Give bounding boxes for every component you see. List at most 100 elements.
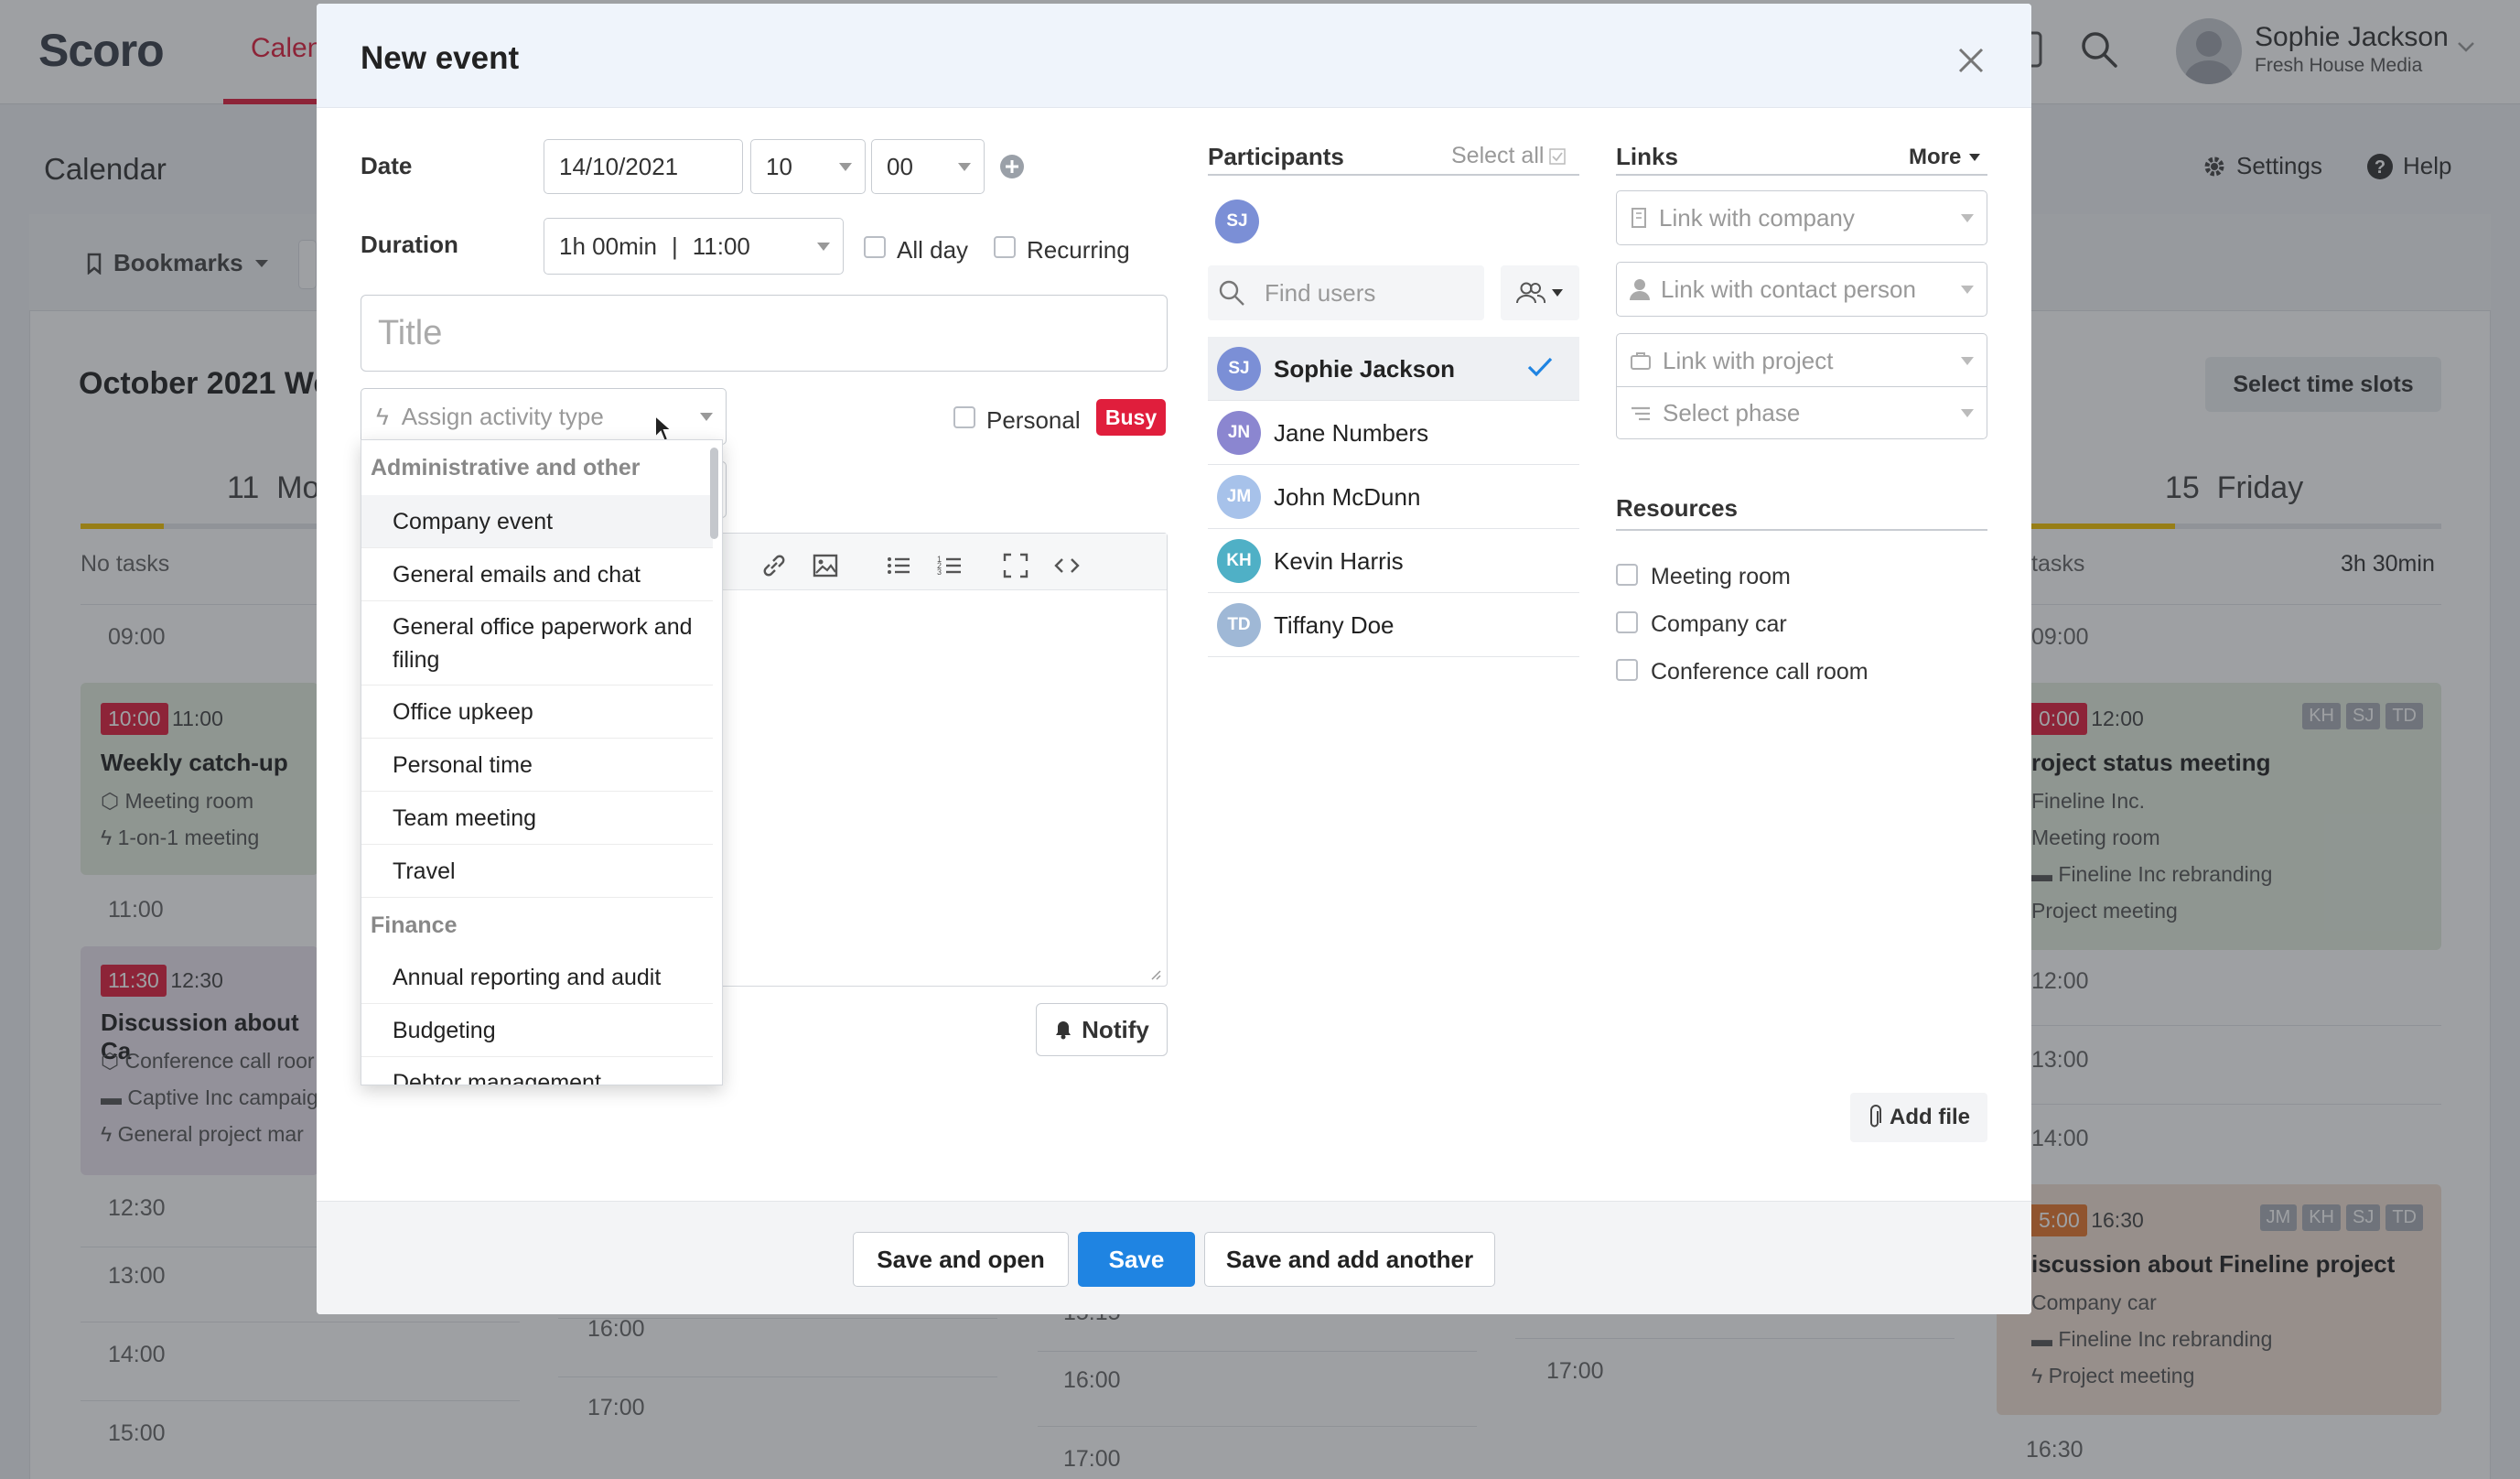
dropdown-item[interactable]: General office paperwork and filing [361,601,713,686]
caret-down-icon [700,413,713,421]
dropdown-item-label: Team meeting [393,804,537,831]
building-icon [1630,207,1648,229]
dropdown-item-label: Personal time [393,751,533,778]
save-and-add-another-button[interactable]: Save and add another [1204,1232,1495,1287]
bulleted-list-icon[interactable] [885,552,912,579]
dropdown-item[interactable]: Office upkeep [361,686,713,739]
code-view-icon[interactable] [1053,552,1081,579]
participant-row[interactable]: TD Tiffany Doe [1208,593,1579,657]
separator: | [671,232,678,260]
checkbox-icon [1549,147,1567,165]
date-input[interactable]: 14/10/2021 [544,139,743,194]
caret-down-icon [1961,214,1974,222]
find-users-input[interactable]: Find users [1208,265,1484,320]
search-icon [1217,278,1246,308]
bell-icon [1054,1020,1072,1040]
notify-label: Notify [1082,1015,1149,1043]
link-project-select[interactable]: Link with project [1616,333,1987,388]
participant-avatar: JM [1217,475,1261,519]
lightning-icon: ϟ [376,402,389,430]
participant-name: Tiffany Doe [1274,611,1395,639]
dropdown-item[interactable]: Annual reporting and audit [361,951,713,1004]
participant-row[interactable]: KH Kevin Harris [1208,529,1579,593]
caret-down-icon [958,163,971,171]
link-icon[interactable] [760,552,788,579]
caret-down-icon [1961,409,1974,417]
dropdown-scrollbar[interactable] [710,448,718,539]
select-phase-placeholder: Select phase [1663,398,1801,426]
links-title: Links [1616,143,1678,170]
dropdown-item[interactable]: Budgeting [361,1004,713,1057]
personal-label: Personal [986,406,1081,434]
caret-down-icon [839,163,852,171]
duration-select[interactable]: 1h 00min | 11:00 [544,218,844,275]
caret-down-icon [1961,286,1974,294]
participant-avatar: TD [1217,603,1261,647]
modal-header [317,4,2031,108]
numbered-list-icon[interactable]: 123 [936,552,964,579]
title-input[interactable]: Title [361,295,1168,372]
participant-row[interactable]: SJ Sophie Jackson [1208,337,1579,401]
end-time-value: 11:00 [692,232,750,260]
recurring-checkbox[interactable] [994,236,1016,258]
participant-name: John McDunn [1274,483,1421,511]
resource-checkbox[interactable] [1616,611,1638,633]
users-icon [1516,281,1545,305]
links-divider [1616,174,1987,176]
fullscreen-icon[interactable] [1002,552,1029,579]
save-and-open-button[interactable]: Save and open [853,1232,1069,1287]
dropdown-item-label: Office upkeep [393,698,533,725]
link-company-select[interactable]: Link with company [1616,190,1987,245]
participant-avatar: SJ [1217,347,1261,391]
phase-icon [1630,404,1652,422]
add-time-icon[interactable] [999,154,1025,179]
selected-participant-avatar[interactable]: SJ [1215,200,1259,243]
dropdown-item-label: Company event [393,508,554,534]
person-icon [1630,278,1650,300]
participant-avatar: KH [1217,539,1261,583]
notify-button[interactable]: Notify [1036,1003,1168,1056]
add-file-label: Add file [1890,1105,1970,1129]
dropdown-item[interactable]: Personal time [361,739,713,792]
dropdown-item-label: Travel [393,858,456,884]
all-day-checkbox[interactable] [864,236,886,258]
busy-badge[interactable]: Busy [1096,399,1166,436]
duration-label: Duration [361,231,458,258]
image-icon[interactable] [812,552,839,579]
participant-row[interactable]: JN Jane Numbers [1208,401,1579,465]
activity-type-dropdown: Administrative and other Company event G… [361,439,723,1085]
resource-checkbox[interactable] [1616,564,1638,586]
caret-down-icon [1961,357,1974,365]
hour-select[interactable]: 10 [750,139,866,194]
dropdown-item-label: Budgeting [393,1017,496,1043]
add-file-button[interactable]: Add file [1850,1093,1987,1142]
participant-name: Sophie Jackson [1274,355,1455,383]
participants-list: SJ Sophie Jackson JN Jane Numbers JM Joh… [1208,337,1579,657]
minute-select[interactable]: 00 [871,139,985,194]
user-group-filter[interactable] [1501,265,1579,320]
find-users-placeholder: Find users [1265,278,1376,307]
save-button[interactable]: Save [1078,1232,1195,1287]
select-phase-select[interactable]: Select phase [1616,386,1987,439]
link-contact-select[interactable]: Link with contact person [1616,262,1987,317]
participant-row[interactable]: JM John McDunn [1208,465,1579,529]
more-dropdown[interactable]: More [1909,145,1981,170]
resources-divider [1616,529,1987,531]
dropdown-item-label: General emails and chat [393,561,641,588]
minute-value: 00 [887,152,913,180]
personal-checkbox[interactable] [953,406,975,428]
dropdown-item-label: General office paperwork and filing [393,613,693,673]
dropdown-group-header: Administrative and other [371,455,641,480]
resize-handle[interactable] [1150,969,1161,980]
close-icon[interactable] [1955,44,1987,77]
duration-value: 1h 00min [559,232,657,260]
participant-avatar: JN [1217,411,1261,455]
select-all-button[interactable]: Select all [1451,143,1567,169]
briefcase-icon [1630,351,1652,371]
dropdown-item[interactable]: Company event [361,495,713,548]
dropdown-item[interactable]: Team meeting [361,792,713,845]
dropdown-item[interactable]: Debtor management [361,1057,713,1085]
resource-checkbox[interactable] [1616,659,1638,681]
dropdown-item[interactable]: Travel [361,845,713,898]
dropdown-item[interactable]: General emails and chat [361,548,713,601]
